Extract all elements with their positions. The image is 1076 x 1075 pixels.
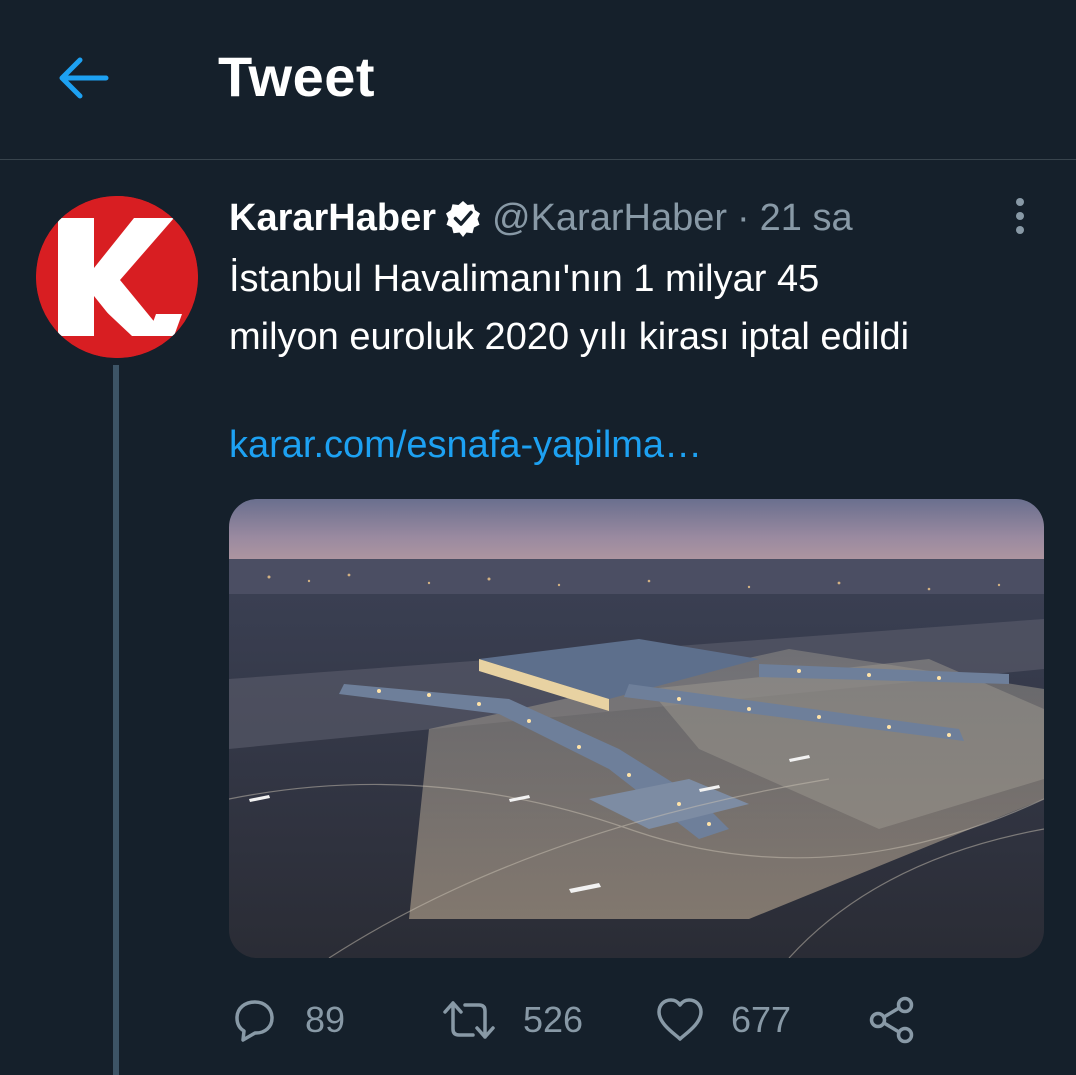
retweet-button[interactable]: 526 (441, 990, 583, 1050)
share-icon (869, 996, 914, 1044)
page-title: Tweet (218, 45, 376, 108)
retweet-count: 526 (523, 999, 584, 1040)
heart-icon (657, 998, 703, 1041)
tweet-media-image[interactable] (229, 499, 1044, 958)
reply-button[interactable]: 89 (229, 990, 345, 1050)
display-name[interactable]: KararHaber (229, 197, 436, 240)
top-bar: Tweet (0, 0, 1076, 160)
like-count: 677 (731, 999, 792, 1040)
tweet-text-line: milyon euroluk 2020 yılı kirası iptal ed… (229, 316, 910, 358)
tweet-header: KararHaber @KararHaber · 21 sa (229, 190, 853, 246)
more-vertical-icon (1016, 198, 1024, 234)
tweet-timestamp[interactable]: 21 sa (760, 197, 853, 240)
avatar[interactable] (36, 196, 198, 358)
tweet-text-line: İstanbul Havalimanı'nın 1 milyar 45 (229, 258, 820, 300)
thread-connector-line (113, 365, 119, 1075)
retweet-icon (443, 1001, 495, 1039)
reply-icon (235, 1000, 274, 1042)
separator-dot: · (737, 196, 750, 239)
back-button[interactable] (50, 48, 114, 108)
tweet-actions-bar: 89 526 677 (229, 990, 1029, 1050)
like-button[interactable]: 677 (655, 990, 791, 1050)
verified-badge-icon (444, 199, 482, 237)
tweet-text: İstanbul Havalimanı'nın 1 milyar 45 mily… (229, 250, 1049, 366)
user-handle[interactable]: @KararHaber (492, 197, 727, 240)
reply-count: 89 (305, 999, 346, 1040)
tweet-link[interactable]: karar.com/esnafa-yapilma… (229, 424, 702, 467)
more-options-button[interactable] (1000, 192, 1040, 240)
arrow-left-icon (59, 57, 109, 99)
karar-logo-icon (36, 196, 198, 358)
share-button[interactable] (867, 990, 917, 1050)
airport-aerial-photo (229, 499, 1044, 958)
